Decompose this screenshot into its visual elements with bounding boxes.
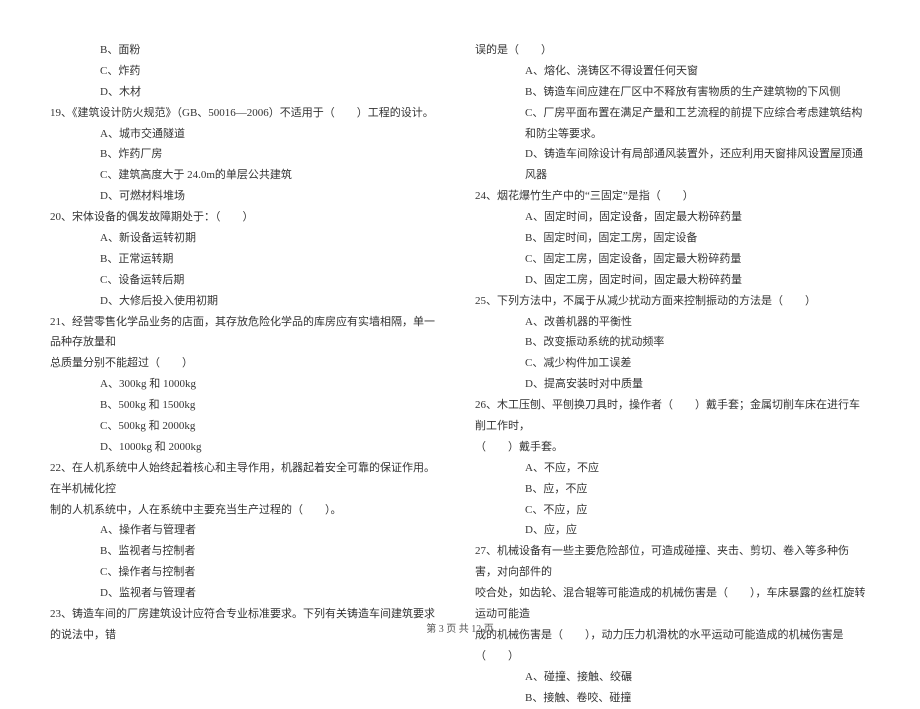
q19-opt-d: D、可燃材料堆场 [50, 186, 445, 207]
q26-opt-b: B、应，不应 [475, 479, 870, 500]
q21-opt-b: B、500kg 和 1500kg [50, 395, 445, 416]
q25-opt-b: B、改变振动系统的扰动频率 [475, 332, 870, 353]
q24-opt-d: D、固定工房，固定时间，固定最大粉碎药量 [475, 270, 870, 291]
q19-opt-b: B、炸药厂房 [50, 144, 445, 165]
q27-opt-b: B、接触、卷咬、碰撞 [475, 688, 870, 709]
q26-stem-line2: （ ）戴手套。 [475, 437, 870, 458]
q19-opt-a: A、城市交通隧道 [50, 124, 445, 145]
q22-opt-c: C、操作者与控制者 [50, 562, 445, 583]
q24-opt-b: B、固定时间，固定工房，固定设备 [475, 228, 870, 249]
q23-opt-a: A、熔化、浇铸区不得设置任何天窗 [475, 61, 870, 82]
q21-stem-line1: 21、经营零售化学品业务的店面，其存放危险化学品的库房应有实墙相隔，单一品种存放… [50, 312, 445, 354]
page-footer: 第 3 页 共 12 页 [0, 620, 920, 635]
q20-opt-a: A、新设备运转初期 [50, 228, 445, 249]
q20-opt-c: C、设备运转后期 [50, 270, 445, 291]
q27-opt-a: A、碰撞、接触、绞碾 [475, 667, 870, 688]
right-column: 误的是（ ） A、熔化、浇铸区不得设置任何天窗 B、铸造车间应建在厂区中不释放有… [475, 40, 870, 600]
q21-stem-line2: 总质量分别不能超过（ ） [50, 353, 445, 374]
q22-stem-line2: 制的人机系统中，人在系统中主要充当生产过程的（ ）。 [50, 500, 445, 521]
q22-opt-a: A、操作者与管理者 [50, 520, 445, 541]
q22-opt-d: D、监视者与管理者 [50, 583, 445, 604]
q24-opt-c: C、固定工房，固定设备，固定最大粉碎药量 [475, 249, 870, 270]
q23-opt-b: B、铸造车间应建在厂区中不释放有害物质的生产建筑物的下风侧 [475, 82, 870, 103]
q24-stem: 24、烟花爆竹生产中的“三固定”是指（ ） [475, 186, 870, 207]
q26-opt-d: D、应，应 [475, 520, 870, 541]
q19-stem: 19、《建筑设计防火规范》（GB、50016—2006）不适用于（ ）工程的设计… [50, 103, 445, 124]
q21-opt-d: D、1000kg 和 2000kg [50, 437, 445, 458]
q27-stem-line2: 咬合处，如齿轮、混合辊等可能造成的机械伤害是（ ），车床暴露的丝杠旋转运动可能造 [475, 583, 870, 625]
q23-stem-cont: 误的是（ ） [475, 40, 870, 61]
page-columns: B、面粉 C、炸药 D、木材 19、《建筑设计防火规范》（GB、50016—20… [50, 40, 870, 600]
q25-opt-a: A、改善机器的平衡性 [475, 312, 870, 333]
q18-opt-b: B、面粉 [50, 40, 445, 61]
q23-opt-d: D、铸造车间除设计有局部通风装置外，还应利用天窗排风设置屋顶通风器 [475, 144, 870, 186]
q25-opt-c: C、减少构件加工误差 [475, 353, 870, 374]
q26-opt-c: C、不应，应 [475, 500, 870, 521]
q22-opt-b: B、监视者与控制者 [50, 541, 445, 562]
q20-opt-d: D、大修后投入使用初期 [50, 291, 445, 312]
left-column: B、面粉 C、炸药 D、木材 19、《建筑设计防火规范》（GB、50016—20… [50, 40, 445, 600]
q19-opt-c: C、建筑高度大于 24.0m的单层公共建筑 [50, 165, 445, 186]
q24-opt-a: A、固定时间，固定设备，固定最大粉碎药量 [475, 207, 870, 228]
q26-opt-a: A、不应，不应 [475, 458, 870, 479]
q18-opt-c: C、炸药 [50, 61, 445, 82]
q21-opt-c: C、500kg 和 2000kg [50, 416, 445, 437]
q22-stem-line1: 22、在人机系统中人始终起着核心和主导作用，机器起着安全可靠的保证作用。在半机械… [50, 458, 445, 500]
q25-opt-d: D、提高安装时对中质量 [475, 374, 870, 395]
q21-opt-a: A、300kg 和 1000kg [50, 374, 445, 395]
q25-stem: 25、下列方法中，不属于从减少扰动方面来控制振动的方法是（ ） [475, 291, 870, 312]
q20-stem: 20、宋体设备的偶发故障期处于：（ ） [50, 207, 445, 228]
q27-stem-line1: 27、机械设备有一些主要危险部位，可造成碰撞、夹击、剪切、卷入等多种伤害，对向部… [475, 541, 870, 583]
q26-stem-line1: 26、木工压刨、平刨换刀具时，操作者（ ）戴手套；金属切削车床在进行车削工作时， [475, 395, 870, 437]
q20-opt-b: B、正常运转期 [50, 249, 445, 270]
q23-opt-c: C、厂房平面布置在满足产量和工艺流程的前提下应综合考虑建筑结构和防尘等要求。 [475, 103, 870, 145]
q18-opt-d: D、木材 [50, 82, 445, 103]
